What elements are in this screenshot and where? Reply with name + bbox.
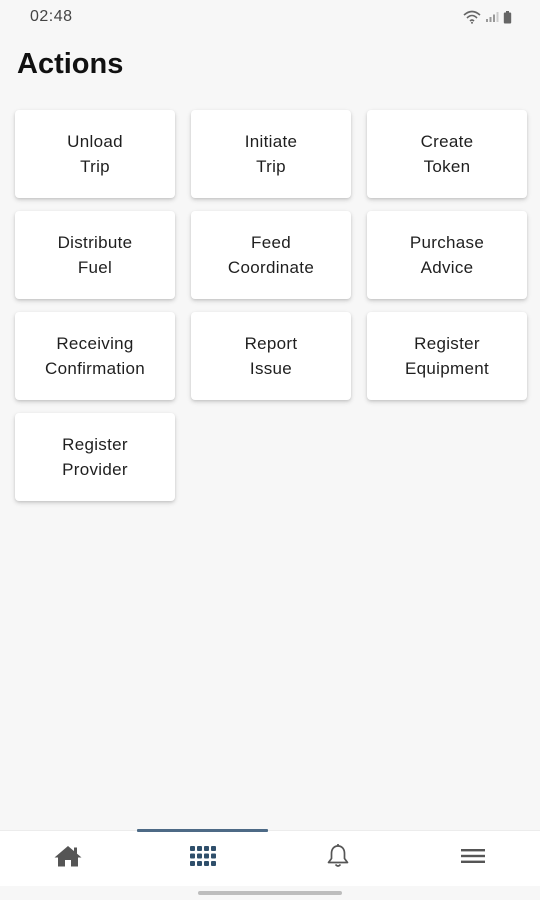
register-equipment-button[interactable]: Register Equipment <box>367 312 527 400</box>
action-label-line1: Distribute <box>57 233 133 252</box>
action-label-line1: Create <box>420 132 474 151</box>
nav-notifications[interactable] <box>270 831 405 886</box>
register-provider-button[interactable]: Register Provider <box>15 413 175 501</box>
action-label-line1: Register <box>62 435 128 454</box>
action-label-line1: Unload <box>67 132 123 151</box>
nav-menu[interactable] <box>405 831 540 886</box>
action-label-line2: Issue <box>249 359 293 378</box>
action-label-line2: Provider <box>62 460 128 479</box>
action-label-line2: Fuel <box>77 258 113 277</box>
action-label-line2: Token <box>423 157 471 176</box>
wifi-icon <box>463 10 481 24</box>
action-label-line2: Coordinate <box>227 258 315 277</box>
action-label-line2: Trip <box>256 157 286 176</box>
app-screen: 02:48 Actions Unload Trip Initiate Trip … <box>0 0 540 900</box>
grid-icon <box>189 845 217 872</box>
purchase-advice-button[interactable]: Purchase Advice <box>367 211 527 299</box>
action-label-line2: Confirmation <box>45 359 145 378</box>
feed-coordinate-button[interactable]: Feed Coordinate <box>191 211 351 299</box>
receiving-confirmation-button[interactable]: Receiving Confirmation <box>15 312 175 400</box>
home-icon <box>53 844 83 873</box>
bottom-nav <box>0 829 540 886</box>
nav-home[interactable] <box>0 831 135 886</box>
unload-trip-button[interactable]: Unload Trip <box>15 110 175 198</box>
menu-icon <box>460 847 486 870</box>
action-label-line2: Trip <box>80 157 110 176</box>
action-label-line1: Feed <box>251 233 291 252</box>
distribute-fuel-button[interactable]: Distribute Fuel <box>15 211 175 299</box>
action-label-line1: Initiate <box>244 132 298 151</box>
status-time: 02:48 <box>30 8 73 25</box>
action-grid: Unload Trip Initiate Trip Create Token D… <box>15 110 527 501</box>
nav-actions[interactable] <box>135 829 270 886</box>
report-issue-button[interactable]: Report Issue <box>191 312 351 400</box>
action-label-line2: Equipment <box>405 359 489 378</box>
battery-icon <box>503 10 512 24</box>
initiate-trip-button[interactable]: Initiate Trip <box>191 110 351 198</box>
create-token-button[interactable]: Create Token <box>367 110 527 198</box>
bell-icon <box>325 843 351 874</box>
status-bar: 02:48 <box>0 0 540 34</box>
gesture-bar[interactable] <box>198 891 342 895</box>
action-label-line1: Purchase <box>409 233 485 252</box>
action-label-line1: Receiving <box>56 334 134 353</box>
action-label-line1: Register <box>414 334 480 353</box>
page-title: Actions <box>17 48 124 80</box>
action-label-line2: Advice <box>420 258 474 277</box>
signal-icon <box>485 11 499 23</box>
status-icons <box>463 10 512 24</box>
action-label-line1: Report <box>244 334 298 353</box>
